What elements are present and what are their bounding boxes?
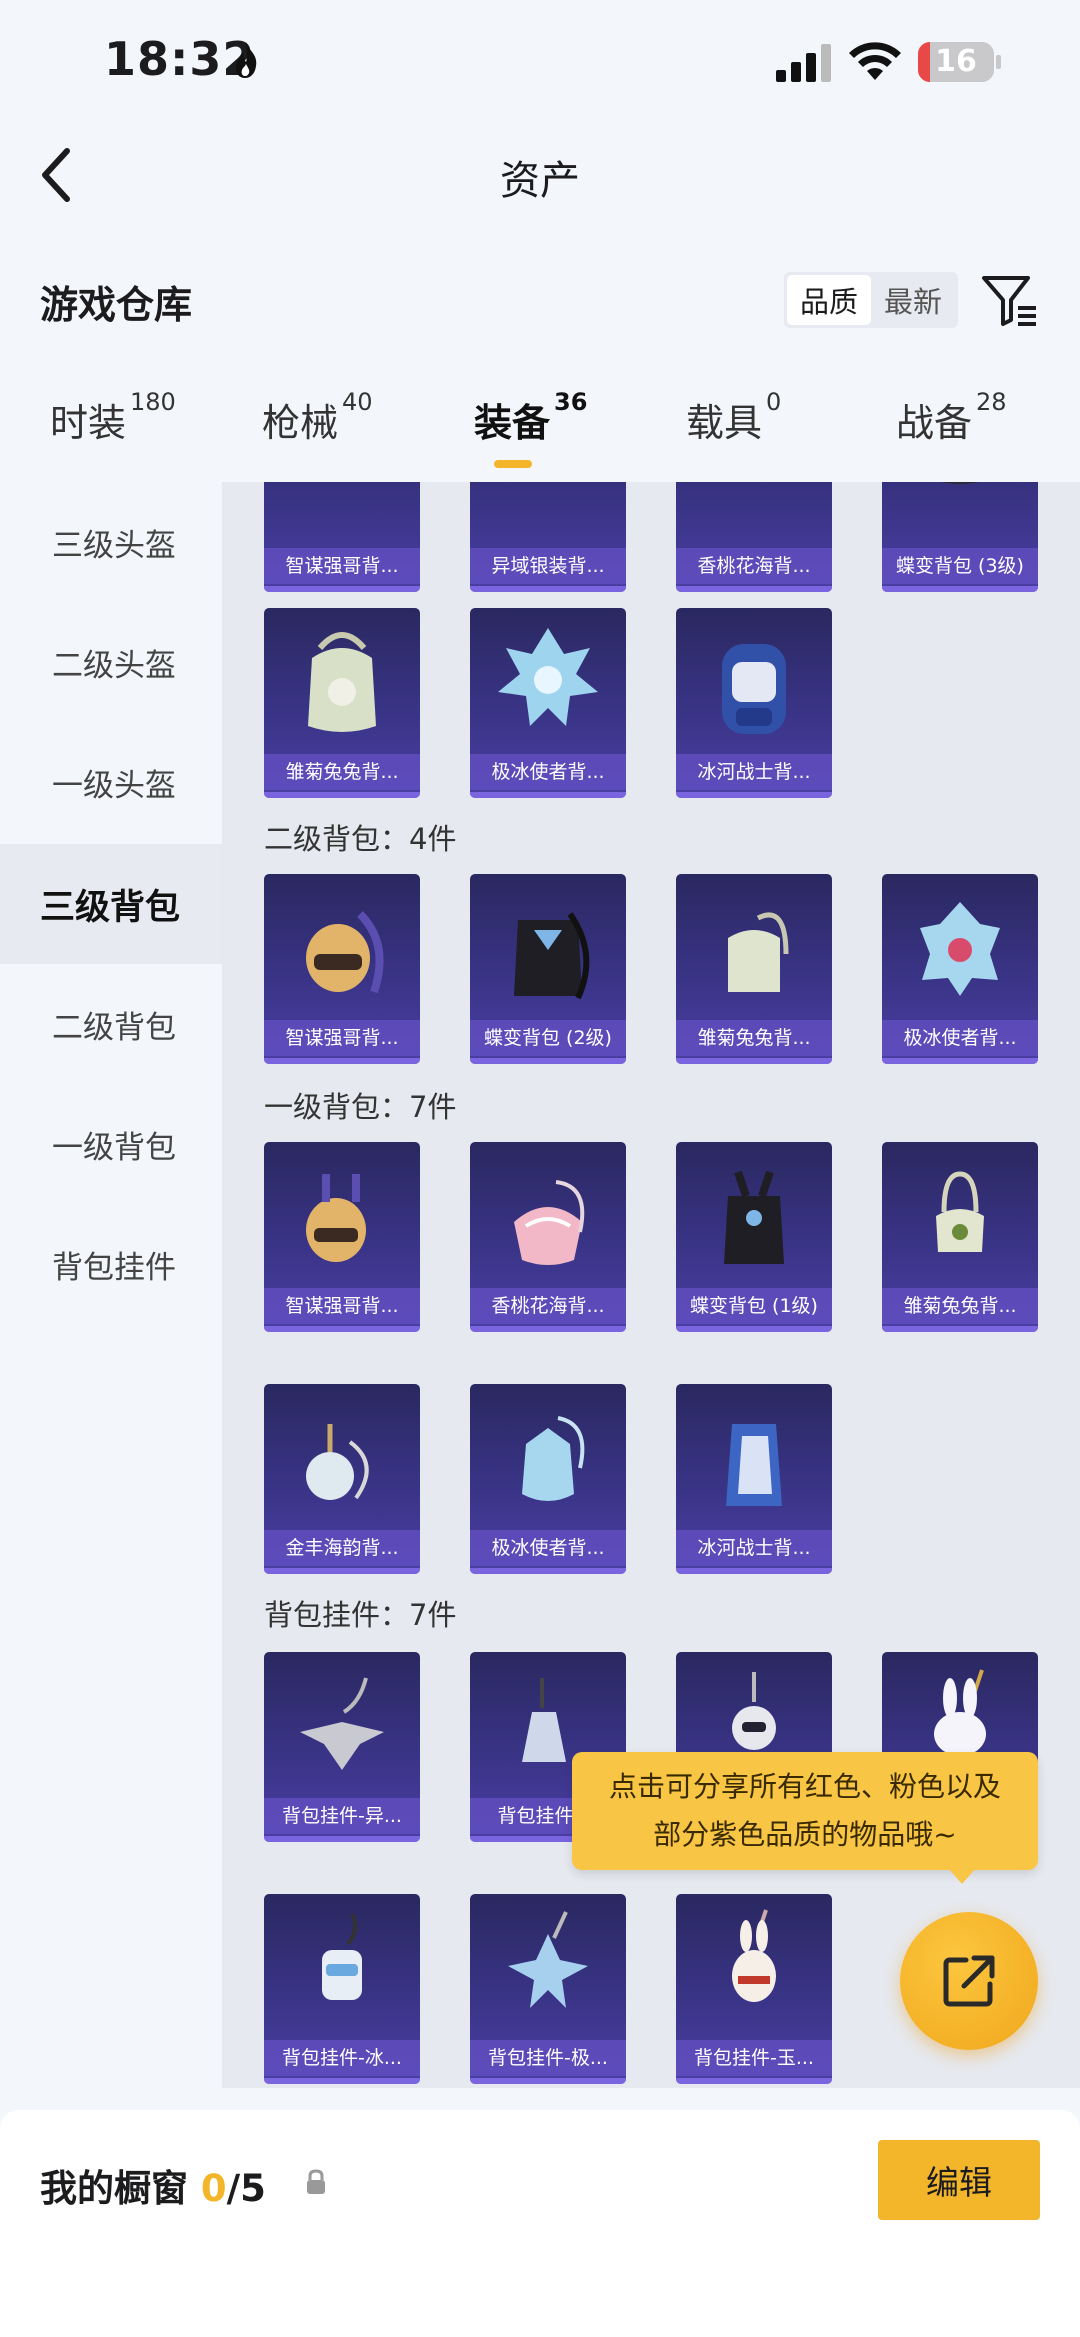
backpack-icon <box>514 912 590 1000</box>
tab-firearms[interactable]: 枪械 40 <box>262 388 373 472</box>
backpack-icon <box>676 482 832 552</box>
share-button[interactable] <box>900 1912 1038 2050</box>
charm-icon <box>300 1677 384 1770</box>
lock-icon <box>307 2169 325 2194</box>
share-icon <box>943 1955 995 2007</box>
battery-icon: 16 <box>918 42 1001 82</box>
tab-vehicles[interactable]: 载具 0 <box>686 388 781 472</box>
signal-icon <box>776 44 831 82</box>
item-card[interactable]: 背包挂件-冰... <box>264 1894 420 2084</box>
battery-text: 16 <box>935 44 977 79</box>
backpack-icon <box>726 1424 782 1506</box>
status-bar: 18:32 16 <box>0 0 1080 130</box>
backpack-icon <box>306 1174 366 1262</box>
backpack-icon <box>306 911 384 994</box>
sidebar: 三级头盔 二级头盔 一级头盔 三级背包 二级背包 一级背包 背包挂件 <box>0 482 222 2088</box>
item-card[interactable]: 蝶变背包 (1级) <box>676 1142 832 1332</box>
item-card[interactable]: 蝶变背包 (2级) <box>470 874 626 1064</box>
backpack-icon <box>498 628 598 726</box>
item-card[interactable]: 香桃花海背... <box>470 1142 626 1332</box>
item-card[interactable]: 极冰使者背... <box>882 874 1038 1064</box>
tooltip-text: 点击可分享所有红色、粉色以及 部分紫色品质的物品哦~ <box>608 1770 1001 1851</box>
tab-fashion[interactable]: 时装 180 <box>50 388 176 472</box>
sidebar-item-helmet-1[interactable]: 一级头盔 <box>0 722 222 842</box>
item-card[interactable]: 金丰海韵背... <box>264 1384 420 1574</box>
showcase-count: 0 <box>200 2167 227 2210</box>
item-card[interactable]: 雏菊兔兔背... <box>882 1142 1038 1332</box>
backpack-icon <box>940 482 980 484</box>
charm-icon <box>508 1911 588 2008</box>
item-card[interactable]: 极冰使者背... <box>470 1384 626 1574</box>
item-card[interactable]: 异域银装背... <box>470 482 626 592</box>
backpack-icon <box>522 1416 585 1501</box>
backpack-icon <box>470 482 626 552</box>
backpack-icon <box>264 482 420 552</box>
active-tab-indicator <box>494 460 532 468</box>
sidebar-item-backpack-3[interactable]: 三级背包 <box>0 844 222 964</box>
sidebar-item-backpack-2[interactable]: 二级背包 <box>0 964 222 1084</box>
backpack-icon <box>728 912 789 992</box>
item-card[interactable]: 智谋强哥背... <box>264 1142 420 1332</box>
sort-quality-button[interactable]: 品质 <box>787 275 871 325</box>
item-card[interactable]: 背包挂件-极... <box>470 1894 626 2084</box>
charm-icon <box>732 1909 776 2002</box>
backpack-icon <box>724 1170 784 1264</box>
item-card[interactable]: 智谋强哥背... <box>264 482 420 592</box>
item-card[interactable]: 雏菊兔兔背... <box>264 608 420 798</box>
item-card[interactable]: 冰河战士背... <box>676 608 832 798</box>
tab-equipment[interactable]: 装备 36 <box>474 388 587 472</box>
section-label-backpack-1: 一级背包：7件 <box>264 1090 457 1124</box>
flame-icon <box>235 42 257 78</box>
backpack-icon <box>306 1424 369 1500</box>
item-card[interactable]: 极冰使者背... <box>470 608 626 798</box>
item-card[interactable]: 香桃花海背... <box>676 482 832 592</box>
sort-newest-button[interactable]: 最新 <box>871 275 955 325</box>
tooltip-arrow <box>948 1868 976 1884</box>
backpack-icon <box>514 1180 585 1265</box>
backpack-icon <box>936 1171 984 1252</box>
showcase-label: 我的橱窗 0/5 <box>40 2167 266 2210</box>
backpack-icon <box>920 902 1000 996</box>
sidebar-item-backpack-1[interactable]: 一级背包 <box>0 1084 222 1204</box>
section-label-charms: 背包挂件：7件 <box>264 1598 457 1632</box>
backpack-icon <box>308 632 376 732</box>
share-tooltip: 点击可分享所有红色、粉色以及 部分紫色品质的物品哦~ <box>572 1752 1038 1870</box>
section-label-backpack-2: 二级背包：4件 <box>264 822 457 856</box>
sort-toggle: 品质 最新 <box>784 272 958 328</box>
item-card[interactable]: 背包挂件-异... <box>264 1652 420 1842</box>
sidebar-item-helmet-2[interactable]: 二级头盔 <box>0 602 222 722</box>
item-card[interactable]: 蝶变背包 (3级) <box>882 482 1038 592</box>
item-card[interactable]: 冰河战士背... <box>676 1384 832 1574</box>
item-card[interactable]: 背包挂件-玉... <box>676 1894 832 2084</box>
filter-icon[interactable] <box>980 272 1038 328</box>
backpack-icon <box>722 644 786 734</box>
warehouse-title: 游戏仓库 <box>40 283 193 327</box>
item-card[interactable]: 雏菊兔兔背... <box>676 874 832 1064</box>
sidebar-item-helmet-3[interactable]: 三级头盔 <box>0 482 222 602</box>
category-tabs: 时装 180 枪械 40 装备 36 载具 0 战备 28 <box>0 388 1080 482</box>
charm-icon <box>322 1913 362 2000</box>
page-title: 资产 <box>500 158 580 204</box>
tab-battle-prep[interactable]: 战备 28 <box>896 388 1007 472</box>
wifi-icon <box>849 42 901 80</box>
sidebar-item-charms[interactable]: 背包挂件 <box>0 1204 222 1324</box>
item-card[interactable]: 智谋强哥背... <box>264 874 420 1064</box>
edit-button[interactable]: 编辑 <box>878 2140 1040 2220</box>
